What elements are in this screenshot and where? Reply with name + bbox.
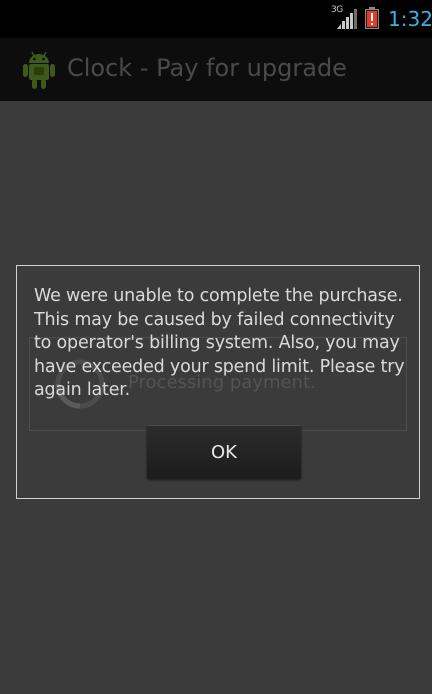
screen: 3G 1:32 Clock - Pay for upgrade Processi… [0, 0, 432, 694]
signal-icon [337, 9, 357, 33]
action-bar: Clock - Pay for upgrade [0, 38, 432, 101]
android-icon [22, 50, 56, 94]
status-time: 1:32 [388, 7, 432, 31]
battery-alert-icon [365, 7, 379, 33]
ok-button[interactable]: OK [147, 425, 301, 479]
dialog-message: We were unable to complete the purchase.… [34, 286, 405, 400]
status-bar: 3G 1:32 [0, 0, 432, 38]
page-title: Clock - Pay for upgrade [67, 54, 347, 82]
